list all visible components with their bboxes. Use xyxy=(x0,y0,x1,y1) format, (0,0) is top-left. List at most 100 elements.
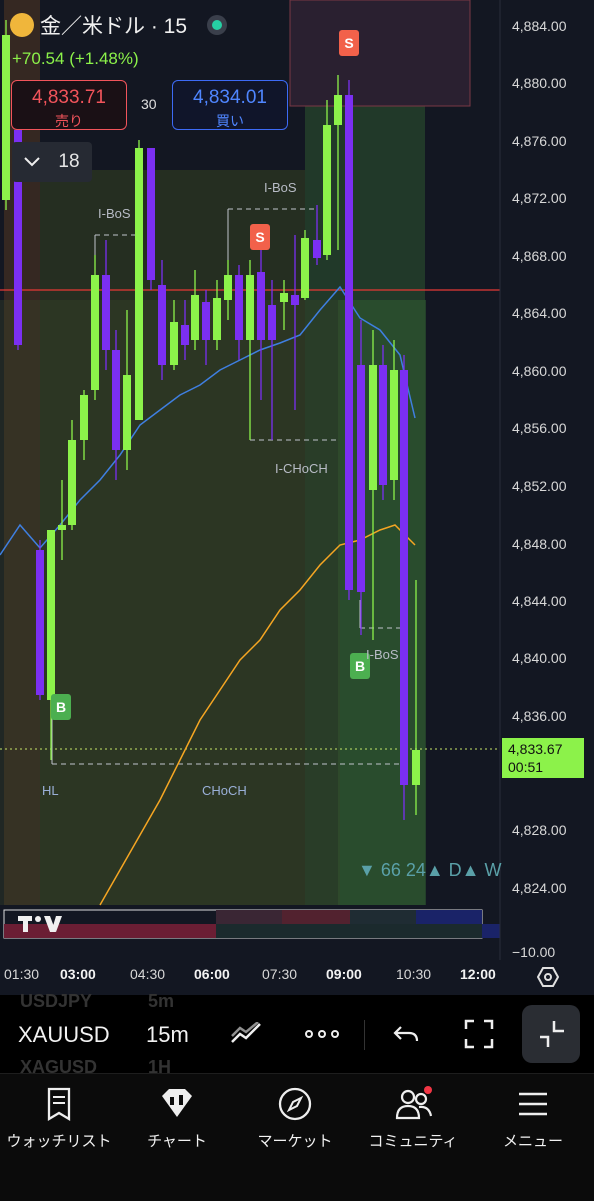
nav-menu[interactable]: メニュー xyxy=(472,1086,594,1151)
current-price: 4,833.67 xyxy=(508,741,563,757)
candle-body xyxy=(280,293,288,302)
candle-body xyxy=(68,440,76,525)
ibos-label-1: I-BoS xyxy=(98,206,131,221)
gold-coin-icon xyxy=(10,13,34,37)
buy-price: 4,834.01 xyxy=(193,87,267,108)
community-icon xyxy=(395,1086,433,1122)
candle-body xyxy=(357,365,365,592)
chart-area[interactable]: 金／米ドル · 15 +70.54 (+1.48%) 4,833.71 売り 3… xyxy=(0,0,594,995)
spread: 30 xyxy=(141,96,157,112)
candle-body xyxy=(47,530,55,700)
price-axis-label: 4,868.00 xyxy=(512,248,567,264)
candle-body xyxy=(80,395,88,440)
candle-body xyxy=(379,365,387,485)
toolbar-divider xyxy=(364,1020,365,1050)
price-axis-label: 4,860.00 xyxy=(512,363,567,379)
sell-signal-1: S xyxy=(339,30,359,56)
candle-body xyxy=(246,275,254,340)
candle-body xyxy=(301,238,309,298)
candle-body xyxy=(147,148,155,280)
price-axis-label: 4,852.00 xyxy=(512,478,567,494)
price-axis-label: 4,856.00 xyxy=(512,420,567,436)
sell-label: 売り xyxy=(55,113,83,129)
candle-body xyxy=(291,295,299,305)
price-axis-label: −10.00 xyxy=(512,944,556,960)
current-price-tag: 4,833.67 00:51 xyxy=(502,738,584,778)
time-axis-label: 09:00 xyxy=(326,966,362,982)
ibos-label-3: I-BoS xyxy=(366,647,399,662)
buy-signal-1: B xyxy=(51,694,71,720)
indicator-toggle[interactable]: 18 xyxy=(12,142,92,182)
price-axis-label: 4,872.00 xyxy=(512,190,567,206)
bottom-navigation: ウォッチリスト チャート マーケット コミュニティ メニュー xyxy=(0,1073,594,1201)
price-axis-label: 4,880.00 xyxy=(512,75,567,91)
time-axis-label: 06:00 xyxy=(194,966,230,982)
candle-body xyxy=(170,322,178,365)
drawing-tools-icon[interactable] xyxy=(228,1016,264,1052)
more-icon[interactable] xyxy=(304,1016,340,1052)
candle-body xyxy=(191,295,199,340)
candle-body xyxy=(412,750,420,785)
price-axis-label: 4,884.00 xyxy=(512,18,567,34)
time-axis-label: 01:30 xyxy=(4,966,40,982)
fullscreen-icon[interactable] xyxy=(461,1016,497,1052)
candle-body xyxy=(257,272,265,340)
price-axis-label: 4,844.00 xyxy=(512,593,567,609)
buy-label: 買い xyxy=(216,113,244,129)
symbol-selector[interactable]: XAUUSD xyxy=(18,1022,110,1048)
candle-body xyxy=(323,125,331,255)
sell-signal-2: S xyxy=(250,224,270,250)
header-title: 金／米ドル · 15 xyxy=(40,15,188,38)
candle-body xyxy=(390,370,398,480)
symbol-header[interactable]: 金／米ドル · 15 xyxy=(10,10,228,40)
price-axis-label: 4,864.00 xyxy=(512,305,567,321)
ichoch-label: I-CHoCH xyxy=(275,461,328,476)
nav-label: コミュニティ xyxy=(368,1133,458,1150)
nav-label: ウォッチリスト xyxy=(6,1133,112,1150)
nav-community[interactable]: コミュニティ xyxy=(354,1086,472,1151)
undo-icon[interactable] xyxy=(388,1016,424,1052)
ghost-symbol-top: USDJPY xyxy=(20,991,93,1011)
collapse-button[interactable] xyxy=(522,1005,580,1063)
timeframe-selector[interactable]: 15m xyxy=(146,1022,189,1048)
countdown: 00:51 xyxy=(508,759,544,775)
candle-body xyxy=(36,550,44,695)
time-axis-label: 12:00 xyxy=(460,966,496,982)
candle-body xyxy=(123,375,131,450)
candle-body xyxy=(102,275,110,350)
time-axis-label: 10:30 xyxy=(396,966,432,982)
candle-body xyxy=(2,35,10,200)
candle-body xyxy=(369,365,377,490)
settings-hex-icon[interactable] xyxy=(537,966,559,988)
nav-market[interactable]: マーケット xyxy=(236,1086,354,1151)
candle-body xyxy=(268,305,276,340)
chevron-down-icon xyxy=(24,157,41,167)
candle-body xyxy=(181,325,189,345)
candle-body xyxy=(158,285,166,365)
nav-watchlist[interactable]: ウォッチリスト xyxy=(0,1086,118,1151)
price-axis-label: 4,876.00 xyxy=(512,133,567,149)
compass-icon xyxy=(277,1086,313,1122)
hl-label: HL xyxy=(42,783,59,798)
nav-label: チャート xyxy=(147,1133,207,1150)
candle-body xyxy=(58,525,66,530)
price-axis-label: 4,836.00 xyxy=(512,708,567,724)
bottom-tags: ▼ 66 24▲ D▲ W xyxy=(358,860,502,880)
time-axis-label: 03:00 xyxy=(60,966,96,982)
candle-body xyxy=(213,298,221,340)
candle-body xyxy=(224,275,232,300)
ghost-tf-top: 5m xyxy=(148,991,175,1011)
price-axis-label: 4,840.00 xyxy=(512,650,567,666)
sell-button[interactable]: 4,833.71 売り xyxy=(11,80,127,130)
ibos-label-2: I-BoS xyxy=(264,180,297,195)
zone-purple-top xyxy=(289,0,471,107)
time-axis-label: 04:30 xyxy=(130,966,166,982)
collapse-icon xyxy=(540,1021,564,1047)
buy-button[interactable]: 4,834.01 買い xyxy=(172,80,288,130)
candle-body xyxy=(112,350,120,450)
nav-chart[interactable]: チャート xyxy=(118,1086,236,1151)
candle-body xyxy=(313,240,321,258)
candle-body xyxy=(345,95,353,590)
nav-label: メニュー xyxy=(502,1133,563,1150)
chart-icon xyxy=(159,1086,195,1122)
